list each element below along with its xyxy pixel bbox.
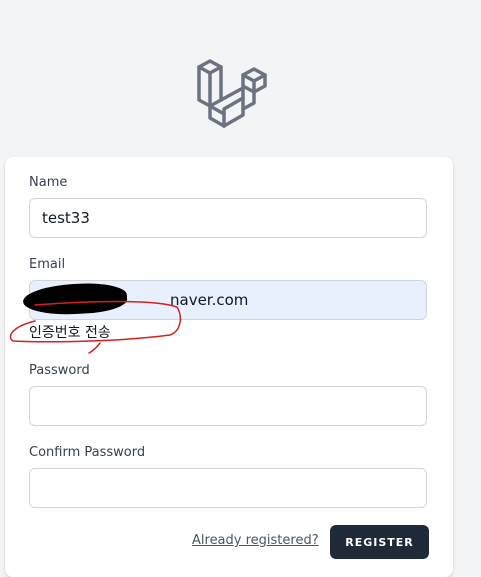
laravel-logo-icon <box>197 59 267 128</box>
name-label: Name <box>29 175 68 190</box>
register-card: Name Email 인증번호 전송 Password Confirm Pass… <box>5 157 453 577</box>
password-input[interactable] <box>29 386 427 426</box>
confirm-password-label: Confirm Password <box>29 445 146 460</box>
name-input[interactable] <box>29 198 427 238</box>
register-button[interactable]: REGISTER <box>330 525 429 559</box>
send-verification-text[interactable]: 인증번호 전송 <box>29 322 111 342</box>
password-label: Password <box>29 363 90 378</box>
confirm-password-input[interactable] <box>29 468 427 508</box>
email-label: Email <box>29 257 66 272</box>
already-registered-link[interactable]: Already registered? <box>192 533 319 548</box>
